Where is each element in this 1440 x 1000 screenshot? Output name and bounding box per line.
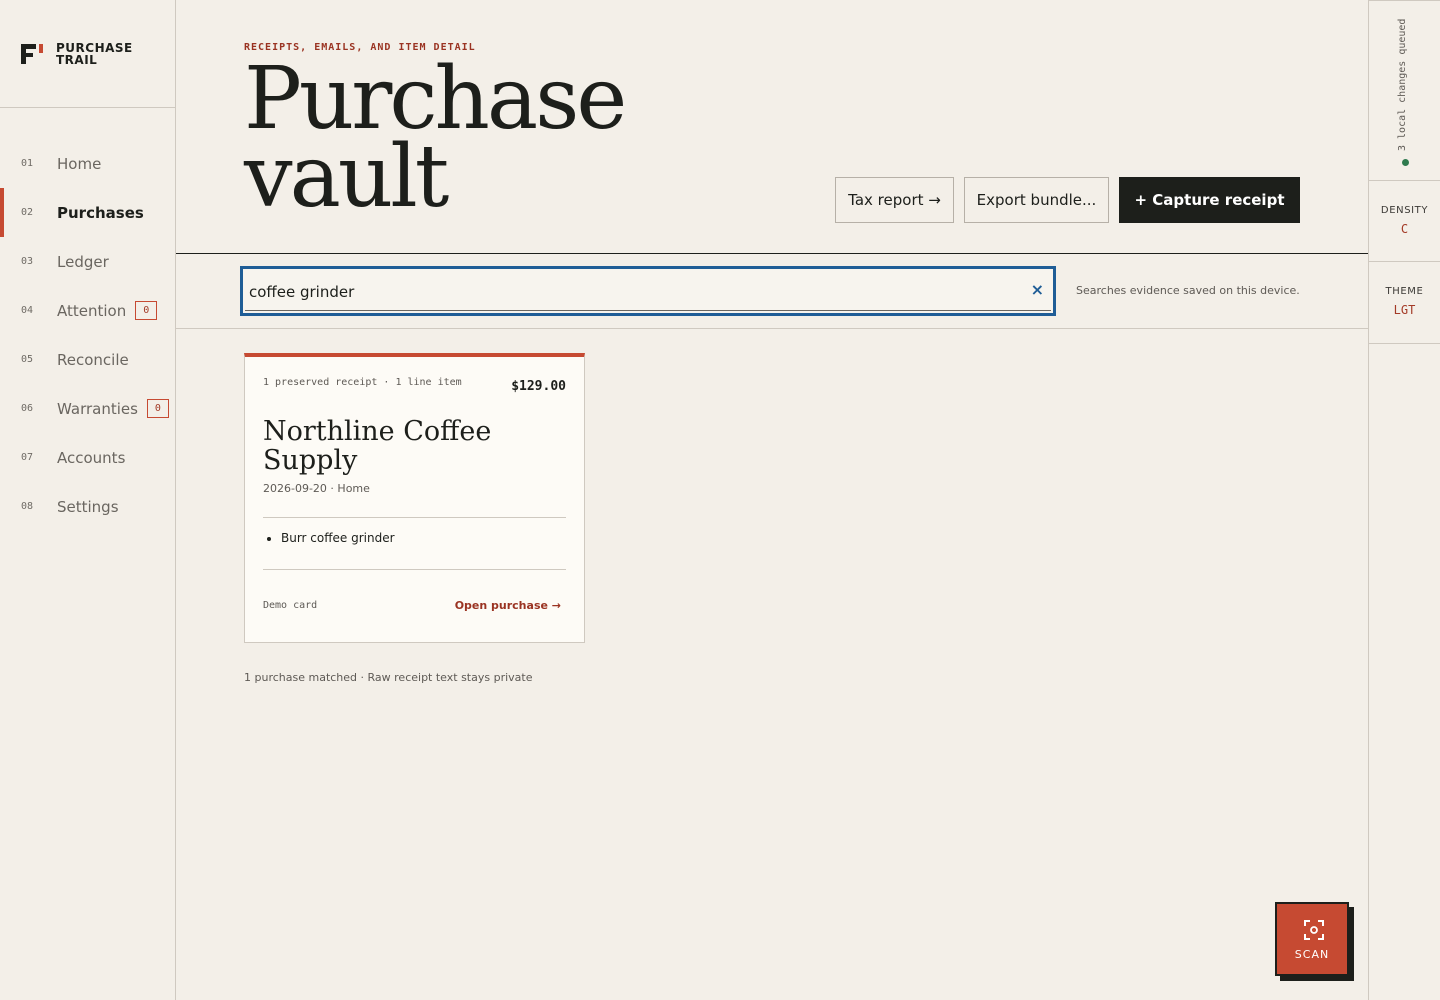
search-divider xyxy=(176,328,1368,329)
nav-item-label: Attention xyxy=(57,301,127,320)
nav-item-warranties[interactable]: 06 Warranties 0 xyxy=(0,384,175,433)
page-title: Purchase vault xyxy=(244,56,627,227)
brand-line-1: PURCHASE xyxy=(56,40,133,55)
search-input[interactable] xyxy=(249,272,1019,312)
header-divider xyxy=(176,253,1368,254)
nav-item-number: 07 xyxy=(21,452,34,463)
nav-item-home[interactable]: 01 Home xyxy=(0,139,175,188)
merchant-name: Northline Coffee Supply xyxy=(263,416,492,476)
nav-item-ledger[interactable]: 03 Ledger xyxy=(0,237,175,286)
purchase-card[interactable]: 1 preserved receipt · 1 line item $129.0… xyxy=(244,353,585,643)
nav-item-label: Accounts xyxy=(57,448,126,467)
search-box: × xyxy=(240,266,1056,316)
nav-item-number: 04 xyxy=(21,305,34,316)
nav-item-attention[interactable]: 04 Attention 0 xyxy=(0,286,175,335)
scan-button[interactable]: SCAN xyxy=(1275,902,1349,976)
scan-label: SCAN xyxy=(1294,948,1330,961)
line-item: Burr coffee grinder xyxy=(281,531,395,545)
brand[interactable]: PURCHASE TRAIL xyxy=(0,0,175,108)
card-meta: 1 preserved receipt · 1 line item xyxy=(263,377,462,388)
theme-value: LGT xyxy=(1393,303,1416,317)
results-summary: 1 purchase matched · Raw receipt text st… xyxy=(244,671,533,684)
nav-item-number: 06 xyxy=(21,403,34,414)
purchase-date-category: 2026-09-20 · Home xyxy=(263,482,370,495)
right-rail: 3 local changes queued DENSITY C THEME L… xyxy=(1368,0,1440,1000)
nav-item-label: Settings xyxy=(57,497,119,516)
nav-item-accounts[interactable]: 07 Accounts xyxy=(0,433,175,482)
nav-item-label: Home xyxy=(57,154,102,173)
card-divider xyxy=(263,517,566,518)
export-bundle-label: Export bundle... xyxy=(976,191,1097,209)
page-title-line-2: vault xyxy=(244,127,449,227)
card-divider xyxy=(263,569,566,570)
capture-receipt-button[interactable]: + Capture receipt xyxy=(1119,177,1300,223)
nav-item-purchases[interactable]: 02 Purchases xyxy=(0,188,175,237)
open-purchase-link[interactable]: Open purchase → xyxy=(455,599,561,612)
nav-item-label: Reconcile xyxy=(57,350,129,369)
count-badge: 0 xyxy=(135,301,158,320)
search-hint: Searches evidence saved on this device. xyxy=(1076,284,1300,297)
nav-item-number: 02 xyxy=(21,207,34,218)
logo-icon xyxy=(20,42,44,66)
nav-item-settings[interactable]: 08 Settings xyxy=(0,482,175,531)
nav-item-label: Purchases xyxy=(57,203,144,222)
theme-toggle[interactable]: THEME LGT xyxy=(1369,262,1440,344)
payment-method: Demo card xyxy=(263,600,318,611)
nav-item-reconcile[interactable]: 05 Reconcile xyxy=(0,335,175,384)
sync-queue-text: 3 local changes queued xyxy=(1397,18,1408,151)
sync-status: 3 local changes queued xyxy=(1369,0,1440,181)
nav-item-label: Ledger xyxy=(57,252,109,271)
brand-line-2: TRAIL xyxy=(56,52,98,67)
density-toggle[interactable]: DENSITY C xyxy=(1369,180,1440,262)
export-bundle-button[interactable]: Export bundle... xyxy=(964,177,1109,223)
scan-icon xyxy=(1304,920,1324,940)
card-price: $129.00 xyxy=(511,379,566,394)
nav-item-number: 08 xyxy=(21,501,34,512)
tax-report-label: Tax report → xyxy=(848,191,941,209)
capture-receipt-label: + Capture receipt xyxy=(1134,191,1285,209)
brand-name: PURCHASE TRAIL xyxy=(56,42,133,66)
sidebar: PURCHASE TRAIL 01 Home 02 Purchases 03 L… xyxy=(0,0,176,1000)
density-label: DENSITY xyxy=(1380,205,1429,216)
search-underline xyxy=(245,310,1051,311)
sync-status-dot-icon xyxy=(1402,159,1409,166)
count-badge: 0 xyxy=(146,399,169,418)
clear-search-icon[interactable]: × xyxy=(1031,281,1044,299)
theme-label: THEME xyxy=(1385,286,1424,297)
nav-item-number: 01 xyxy=(21,158,34,169)
line-item-list: Burr coffee grinder xyxy=(281,531,395,545)
nav-item-label: Warranties xyxy=(57,399,138,418)
density-value: C xyxy=(1400,222,1409,236)
nav-item-number: 03 xyxy=(21,256,34,267)
nav-item-number: 05 xyxy=(21,354,34,365)
main-nav: 01 Home 02 Purchases 03 Ledger 04 Attent… xyxy=(0,108,175,531)
tax-report-button[interactable]: Tax report → xyxy=(835,177,954,223)
